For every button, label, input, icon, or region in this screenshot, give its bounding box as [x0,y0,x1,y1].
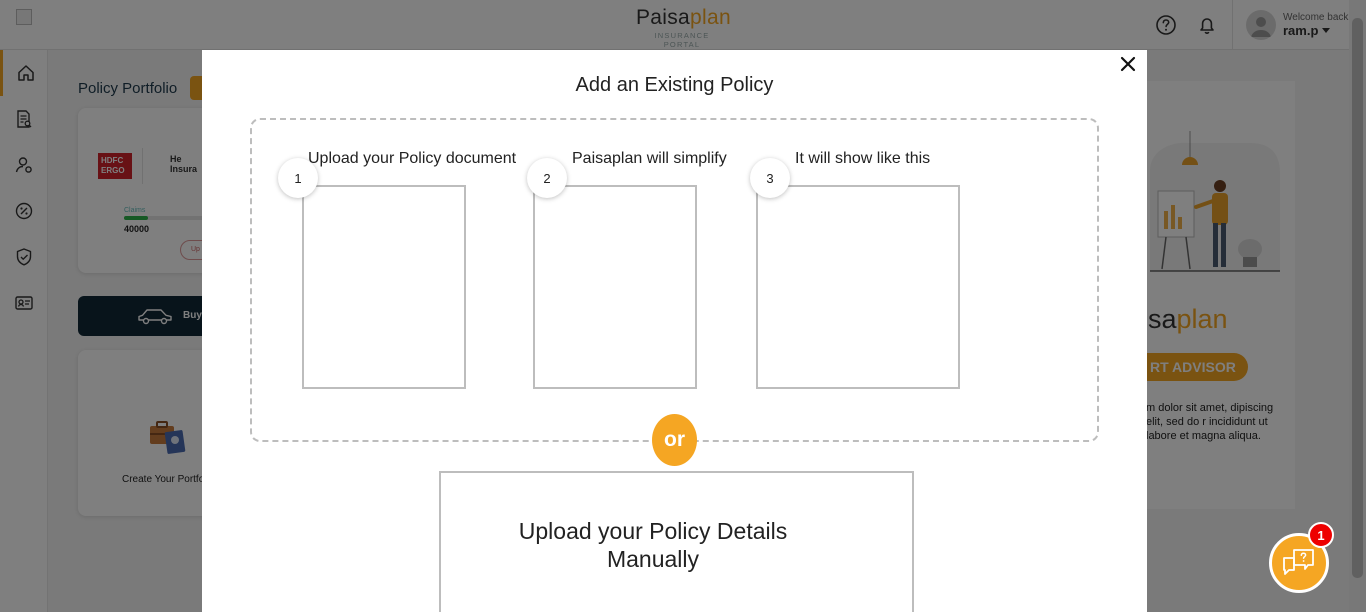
manual-upload-line2: Manually [606,546,700,572]
step-3-label: It will show like this [795,150,931,167]
chat-notification-badge: 1 [1308,522,1334,548]
step-2-number: 2 [527,158,567,198]
step-1-number: 1 [278,158,318,198]
upload-manually-button[interactable]: Upload your Policy Details Manually [439,471,914,612]
or-divider-badge: or [652,414,697,466]
close-icon[interactable] [1117,53,1139,75]
modal-title: Add an Existing Policy [575,74,774,96]
step-1-preview [302,185,466,389]
step-2-preview [533,185,697,389]
step-1-label: Upload your Policy document [308,150,517,167]
step-2-label: Paisaplan will simplify [572,150,727,167]
step-3-number: 3 [750,158,790,198]
manual-upload-line1: Upload your Policy Details [518,518,788,544]
chat-bubbles-icon [1283,549,1314,575]
add-policy-modal: Add an Existing Policy Upload your Polic… [202,50,1147,612]
step-3-preview [756,185,960,389]
